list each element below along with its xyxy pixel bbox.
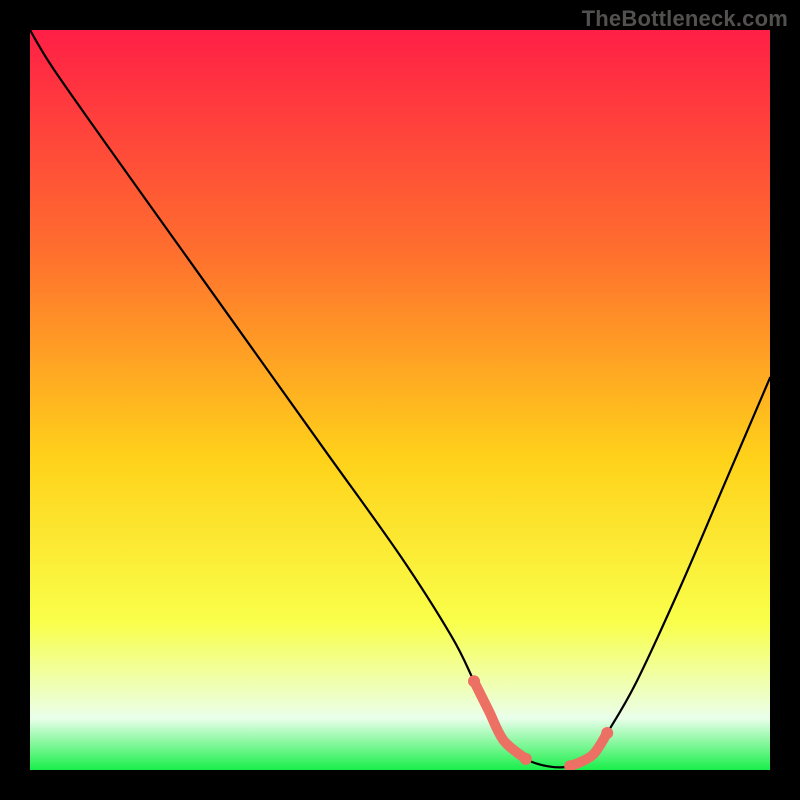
- highlight-dot-1-1: [601, 727, 613, 739]
- chart-svg: [30, 30, 770, 770]
- highlight-dot-0-0: [468, 675, 480, 687]
- chart-background: [30, 30, 770, 770]
- highlight-dot-0-1: [520, 753, 532, 765]
- watermark-text: TheBottleneck.com: [582, 6, 788, 32]
- chart-plot-area: [30, 30, 770, 770]
